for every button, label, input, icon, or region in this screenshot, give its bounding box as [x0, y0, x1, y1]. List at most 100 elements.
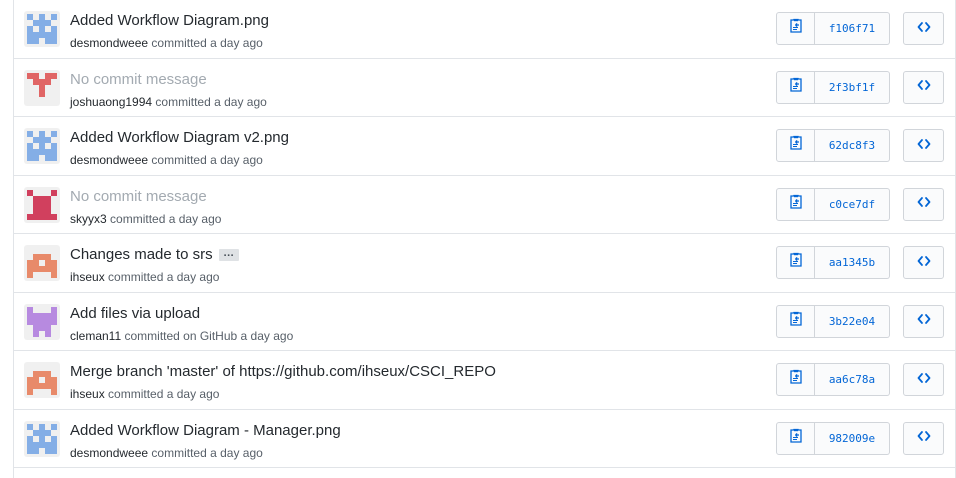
commit-title-row: No commit message: [70, 188, 207, 205]
commit-title-row: Added Workflow Diagram.png: [70, 12, 269, 29]
code-icon: [917, 312, 931, 330]
author-link[interactable]: desmondweee: [70, 446, 148, 460]
commit-row: Added Workflow Diagram v2.png desmondwee…: [14, 117, 955, 176]
author-avatar[interactable]: [24, 128, 60, 164]
code-icon: [917, 429, 931, 447]
copy-sha-button[interactable]: [776, 421, 815, 455]
clippy-icon: [789, 18, 803, 39]
commit-sha-link[interactable]: f106f71: [815, 12, 890, 45]
sha-button-group: 62dc8f3: [776, 129, 890, 162]
browse-repository-button[interactable]: [903, 363, 944, 396]
commit-time-text: committed a day ago: [108, 270, 220, 284]
commit-row: Added Workflow Diagram.png desmondweee c…: [14, 0, 955, 59]
author-link[interactable]: cleman11: [70, 329, 121, 343]
sha-button-group: aa1345b: [776, 246, 890, 279]
sha-button-group: 2f3bf1f: [776, 70, 890, 104]
browse-repository-button[interactable]: [903, 70, 944, 104]
copy-sha-button[interactable]: [776, 12, 815, 45]
commit-title-row: Changes made to srs …: [70, 246, 239, 263]
commit-title-link[interactable]: Changes made to srs: [70, 246, 213, 263]
author-link[interactable]: joshuaong1994: [70, 95, 152, 109]
sha-button-group: c0ce7df: [776, 187, 890, 221]
author-link[interactable]: ihseux: [70, 270, 105, 284]
commit-row: Added Workflow Diagram - Manager.png des…: [14, 410, 955, 468]
clippy-icon: [789, 311, 803, 332]
commit-time-text: committed a day ago: [110, 211, 222, 226]
author-avatar[interactable]: [24, 245, 60, 281]
author-avatar[interactable]: [24, 186, 60, 223]
browse-repository-button[interactable]: [903, 246, 944, 279]
code-icon: [917, 371, 931, 389]
commit-time-text: committed a day ago: [151, 36, 263, 50]
commit-title-row: Add files via upload: [70, 305, 200, 322]
commit-time-text: committed on GitHub a day ago: [124, 328, 294, 343]
browse-repository-button[interactable]: [903, 304, 944, 338]
browse-repository-button[interactable]: [903, 12, 944, 45]
commit-row: Merge branch 'master' of https://github.…: [14, 351, 955, 410]
browse-repository-button[interactable]: [903, 187, 944, 221]
commit-sha-link[interactable]: c0ce7df: [815, 187, 890, 221]
commit-title-link[interactable]: Added Workflow Diagram.png: [70, 12, 269, 29]
commit-meta: joshuaong1994 committed a day ago: [70, 95, 267, 109]
commit-title-link[interactable]: Added Workflow Diagram v2.png: [70, 129, 289, 146]
browse-repository-button[interactable]: [903, 421, 944, 455]
commit-meta: skyyx3 committed a day ago: [70, 212, 221, 226]
commit-meta: ihseux committed a day ago: [70, 387, 219, 401]
author-link[interactable]: desmondweee: [70, 153, 148, 167]
author-link[interactable]: skyyx3: [70, 212, 107, 226]
commit-time-text: committed a day ago: [151, 153, 263, 167]
commit-meta: ihseux committed a day ago: [70, 270, 219, 284]
commit-title-row: Added Workflow Diagram v2.png: [70, 129, 289, 146]
commit-meta: desmondweee committed a day ago: [70, 153, 263, 167]
expand-message-button[interactable]: …: [218, 248, 239, 262]
commit-sha-link[interactable]: aa1345b: [815, 246, 890, 279]
commit-title-link[interactable]: No commit message: [70, 188, 207, 205]
commit-title-row: No commit message: [70, 71, 207, 88]
code-icon: [917, 78, 931, 96]
commit-sha-link[interactable]: aa6c78a: [815, 363, 890, 396]
commit-title-link[interactable]: Add files via upload: [70, 305, 200, 322]
commit-row: Changes made to srs … ihseux committed a …: [14, 234, 955, 293]
author-link[interactable]: ihseux: [70, 387, 105, 401]
sha-button-group: f106f71: [776, 12, 890, 45]
commit-row: No commit message joshuaong1994 committe…: [14, 59, 955, 117]
commit-title-row: Added Workflow Diagram - Manager.png: [70, 422, 341, 439]
commit-row: No commit message skyyx3 committed a day…: [14, 176, 955, 234]
copy-sha-button[interactable]: [776, 187, 815, 221]
commit-sha-link[interactable]: 62dc8f3: [815, 129, 890, 162]
copy-sha-button[interactable]: [776, 129, 815, 162]
clippy-icon: [789, 369, 803, 390]
copy-sha-button[interactable]: [776, 304, 815, 338]
author-avatar[interactable]: [24, 420, 60, 457]
code-icon: [917, 20, 931, 38]
browse-repository-button[interactable]: [903, 129, 944, 162]
commit-meta: cleman11 committed on GitHub a day ago: [70, 329, 293, 343]
commit-title-link[interactable]: Added Workflow Diagram - Manager.png: [70, 422, 341, 439]
copy-sha-button[interactable]: [776, 246, 815, 279]
commit-sha-link[interactable]: 3b22e04: [815, 304, 890, 338]
copy-sha-button[interactable]: [776, 70, 815, 104]
copy-sha-button[interactable]: [776, 363, 815, 396]
clippy-icon: [789, 252, 803, 273]
commit-list: Added Workflow Diagram.png desmondweee c…: [13, 0, 956, 478]
author-avatar[interactable]: [24, 11, 60, 47]
code-icon: [917, 137, 931, 155]
code-icon: [917, 195, 931, 213]
commit-sha-link[interactable]: 982009e: [815, 421, 890, 455]
author-link[interactable]: desmondweee: [70, 36, 148, 50]
clippy-icon: [789, 77, 803, 98]
commit-time-text: committed a day ago: [108, 387, 220, 401]
commit-time-text: committed a day ago: [155, 94, 267, 109]
author-avatar[interactable]: [24, 303, 60, 340]
commit-meta: desmondweee committed a day ago: [70, 36, 263, 50]
clippy-icon: [789, 194, 803, 215]
commit-title-row: Merge branch 'master' of https://github.…: [70, 363, 496, 380]
commit-title-link[interactable]: Merge branch 'master' of https://github.…: [70, 363, 496, 380]
author-avatar[interactable]: [24, 69, 60, 106]
code-icon: [917, 254, 931, 272]
sha-button-group: 982009e: [776, 421, 890, 455]
commit-title-link[interactable]: No commit message: [70, 71, 207, 88]
author-avatar[interactable]: [24, 362, 60, 398]
clippy-icon: [789, 135, 803, 156]
commit-sha-link[interactable]: 2f3bf1f: [815, 70, 890, 104]
